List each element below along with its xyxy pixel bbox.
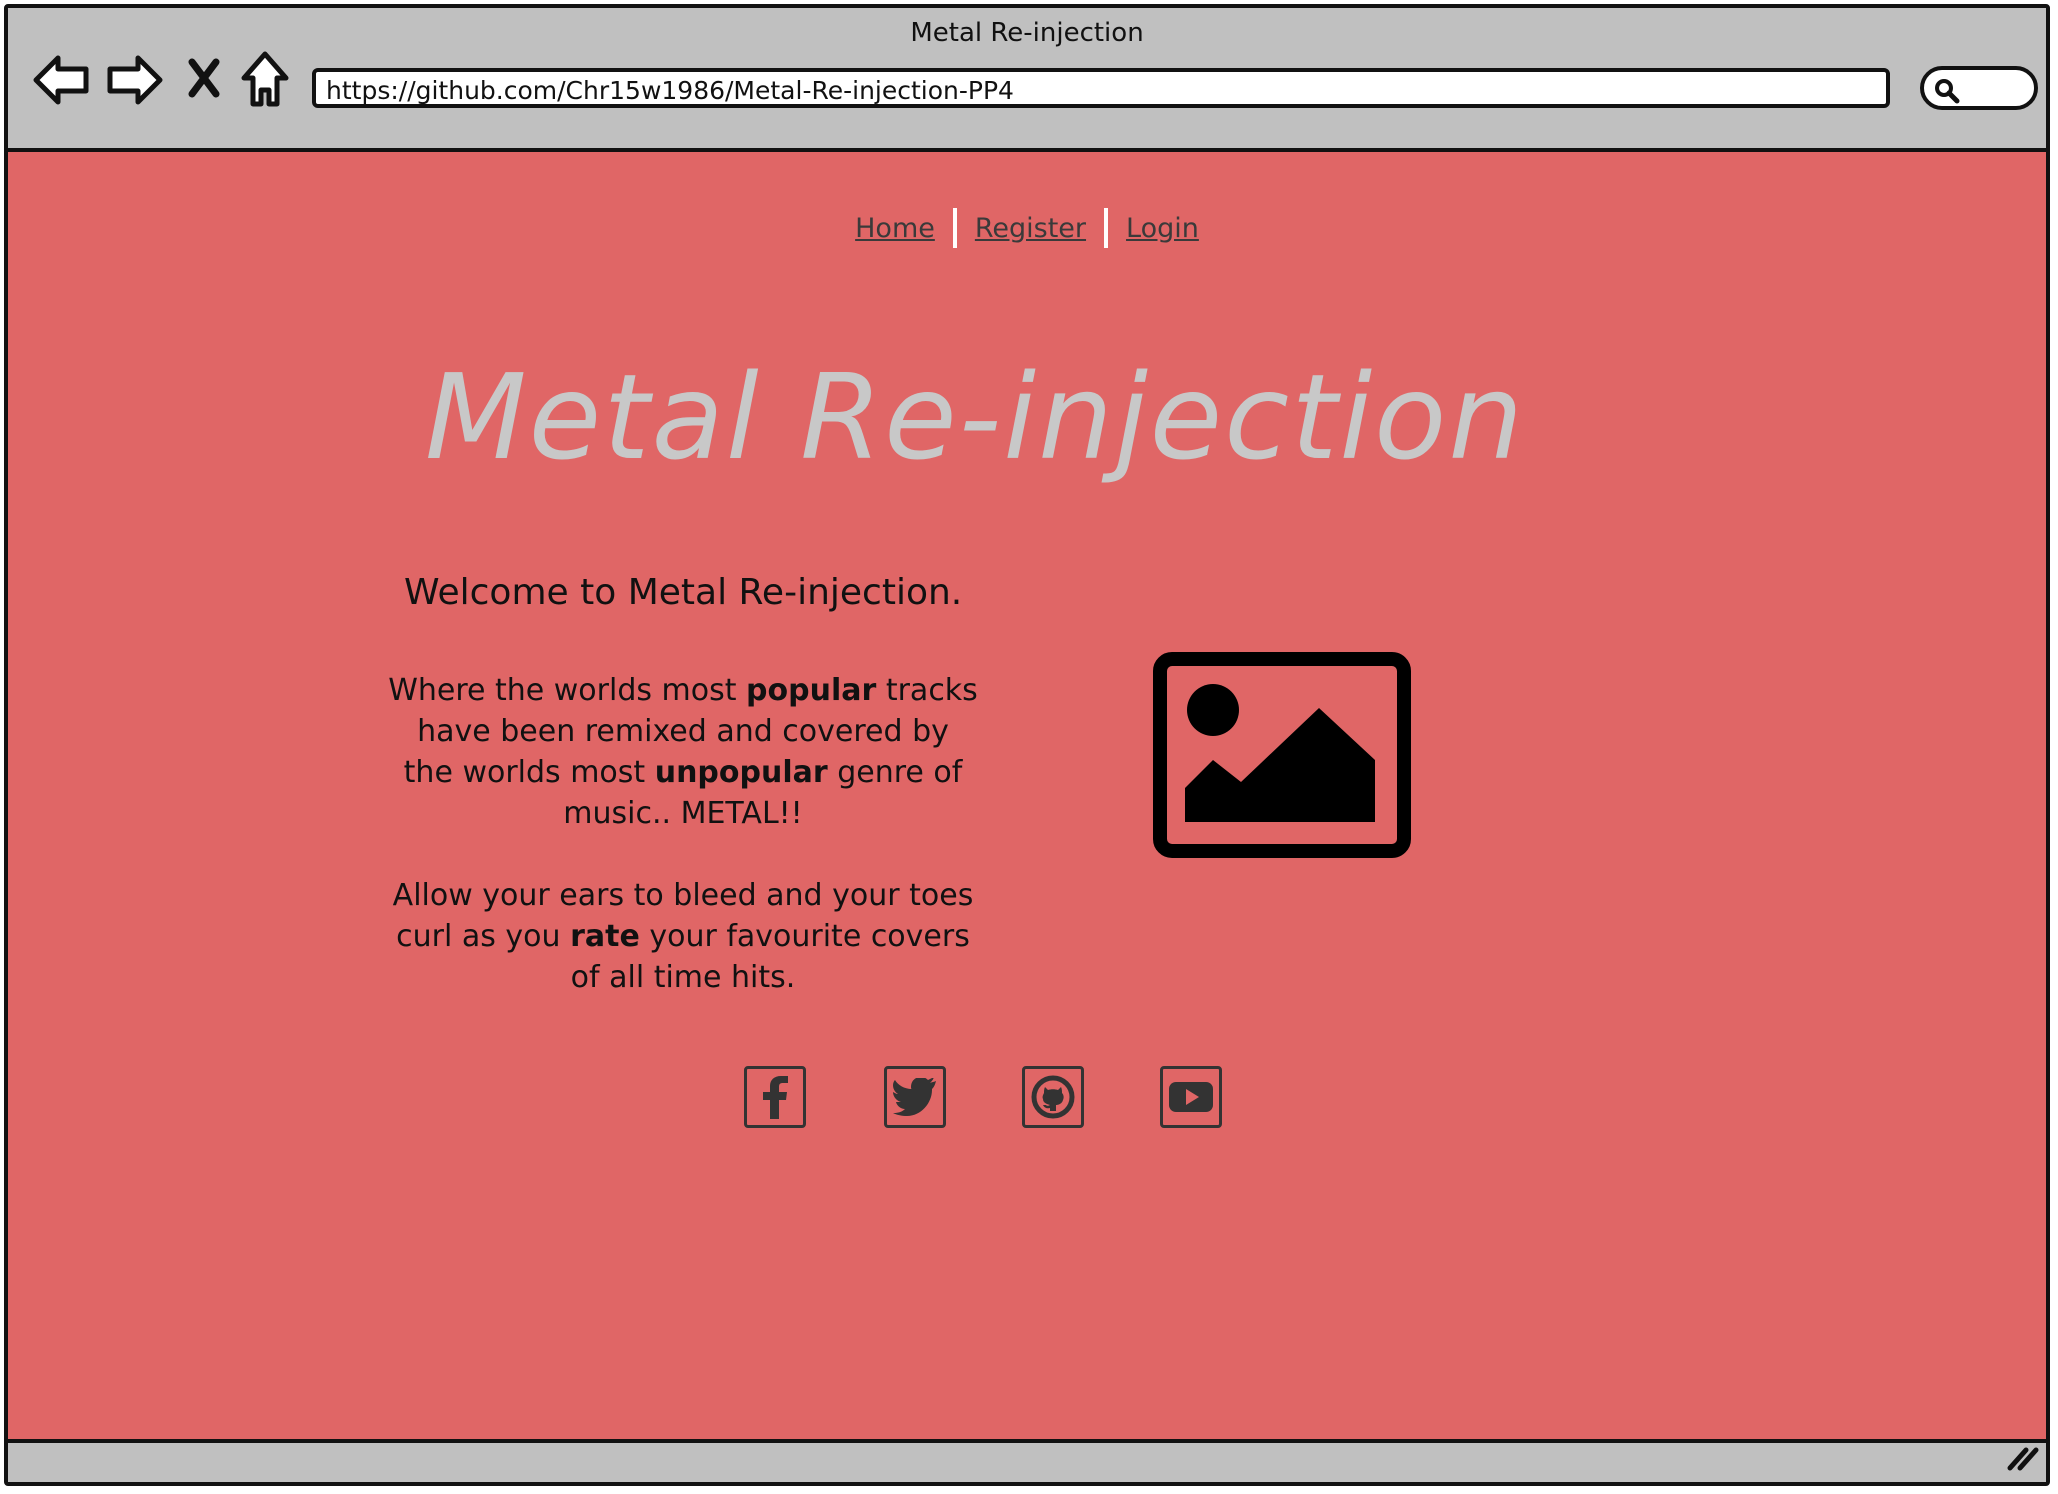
intro-paragraph-2: Allow your ears to bleed and your toes c… (388, 875, 978, 998)
welcome-heading: Welcome to Metal Re-injection. (404, 572, 963, 613)
browser-search-box[interactable] (1920, 66, 2038, 110)
forward-arrow-icon (107, 55, 163, 105)
emphasis-popular: popular (746, 673, 877, 708)
home-icon (241, 51, 289, 107)
resize-handle-icon (2007, 1447, 2039, 1471)
search-icon (1935, 79, 1960, 104)
nav-link-home[interactable]: Home (837, 213, 953, 244)
intro-text: Where the worlds most popular tracks hav… (388, 670, 978, 1039)
top-navigation: Home Register Login (8, 208, 2046, 248)
forward-button[interactable] (106, 54, 164, 106)
window-title: Metal Re-injection (910, 18, 1144, 48)
nav-link-register[interactable]: Register (957, 213, 1104, 244)
stop-button[interactable] (186, 58, 222, 98)
github-link[interactable] (1022, 1066, 1084, 1128)
text-span: Where the worlds most (388, 673, 747, 708)
image-icon (1153, 652, 1411, 858)
address-bar[interactable]: https://github.com/Chr15w1986/Metal-Re-i… (312, 68, 1890, 108)
facebook-link[interactable] (744, 1066, 806, 1128)
nav-link-login[interactable]: Login (1108, 213, 1217, 244)
social-links (8, 1066, 2046, 1130)
youtube-icon (1169, 1082, 1213, 1112)
twitter-link[interactable] (884, 1066, 946, 1128)
resize-grip[interactable] (2006, 1444, 2040, 1476)
youtube-link[interactable] (1160, 1066, 1222, 1128)
close-icon (188, 58, 220, 98)
home-button[interactable] (240, 50, 290, 108)
emphasis-unpopular: unpopular (654, 755, 828, 790)
hero-title: Metal Re-injection (424, 348, 1526, 486)
back-arrow-icon (33, 55, 89, 105)
back-button[interactable] (32, 54, 90, 106)
page-content: Home Register Login Metal Re-injection W… (8, 148, 2046, 1443)
twitter-icon (893, 1078, 936, 1116)
github-icon (1031, 1075, 1075, 1119)
intro-paragraph-1: Where the worlds most popular tracks hav… (388, 670, 978, 834)
facebook-icon (763, 1076, 788, 1119)
browser-window: Metal Re-injection https://github.com/Ch… (4, 4, 2050, 1486)
emphasis-rate: rate (570, 919, 640, 954)
image-placeholder (1153, 652, 1411, 862)
